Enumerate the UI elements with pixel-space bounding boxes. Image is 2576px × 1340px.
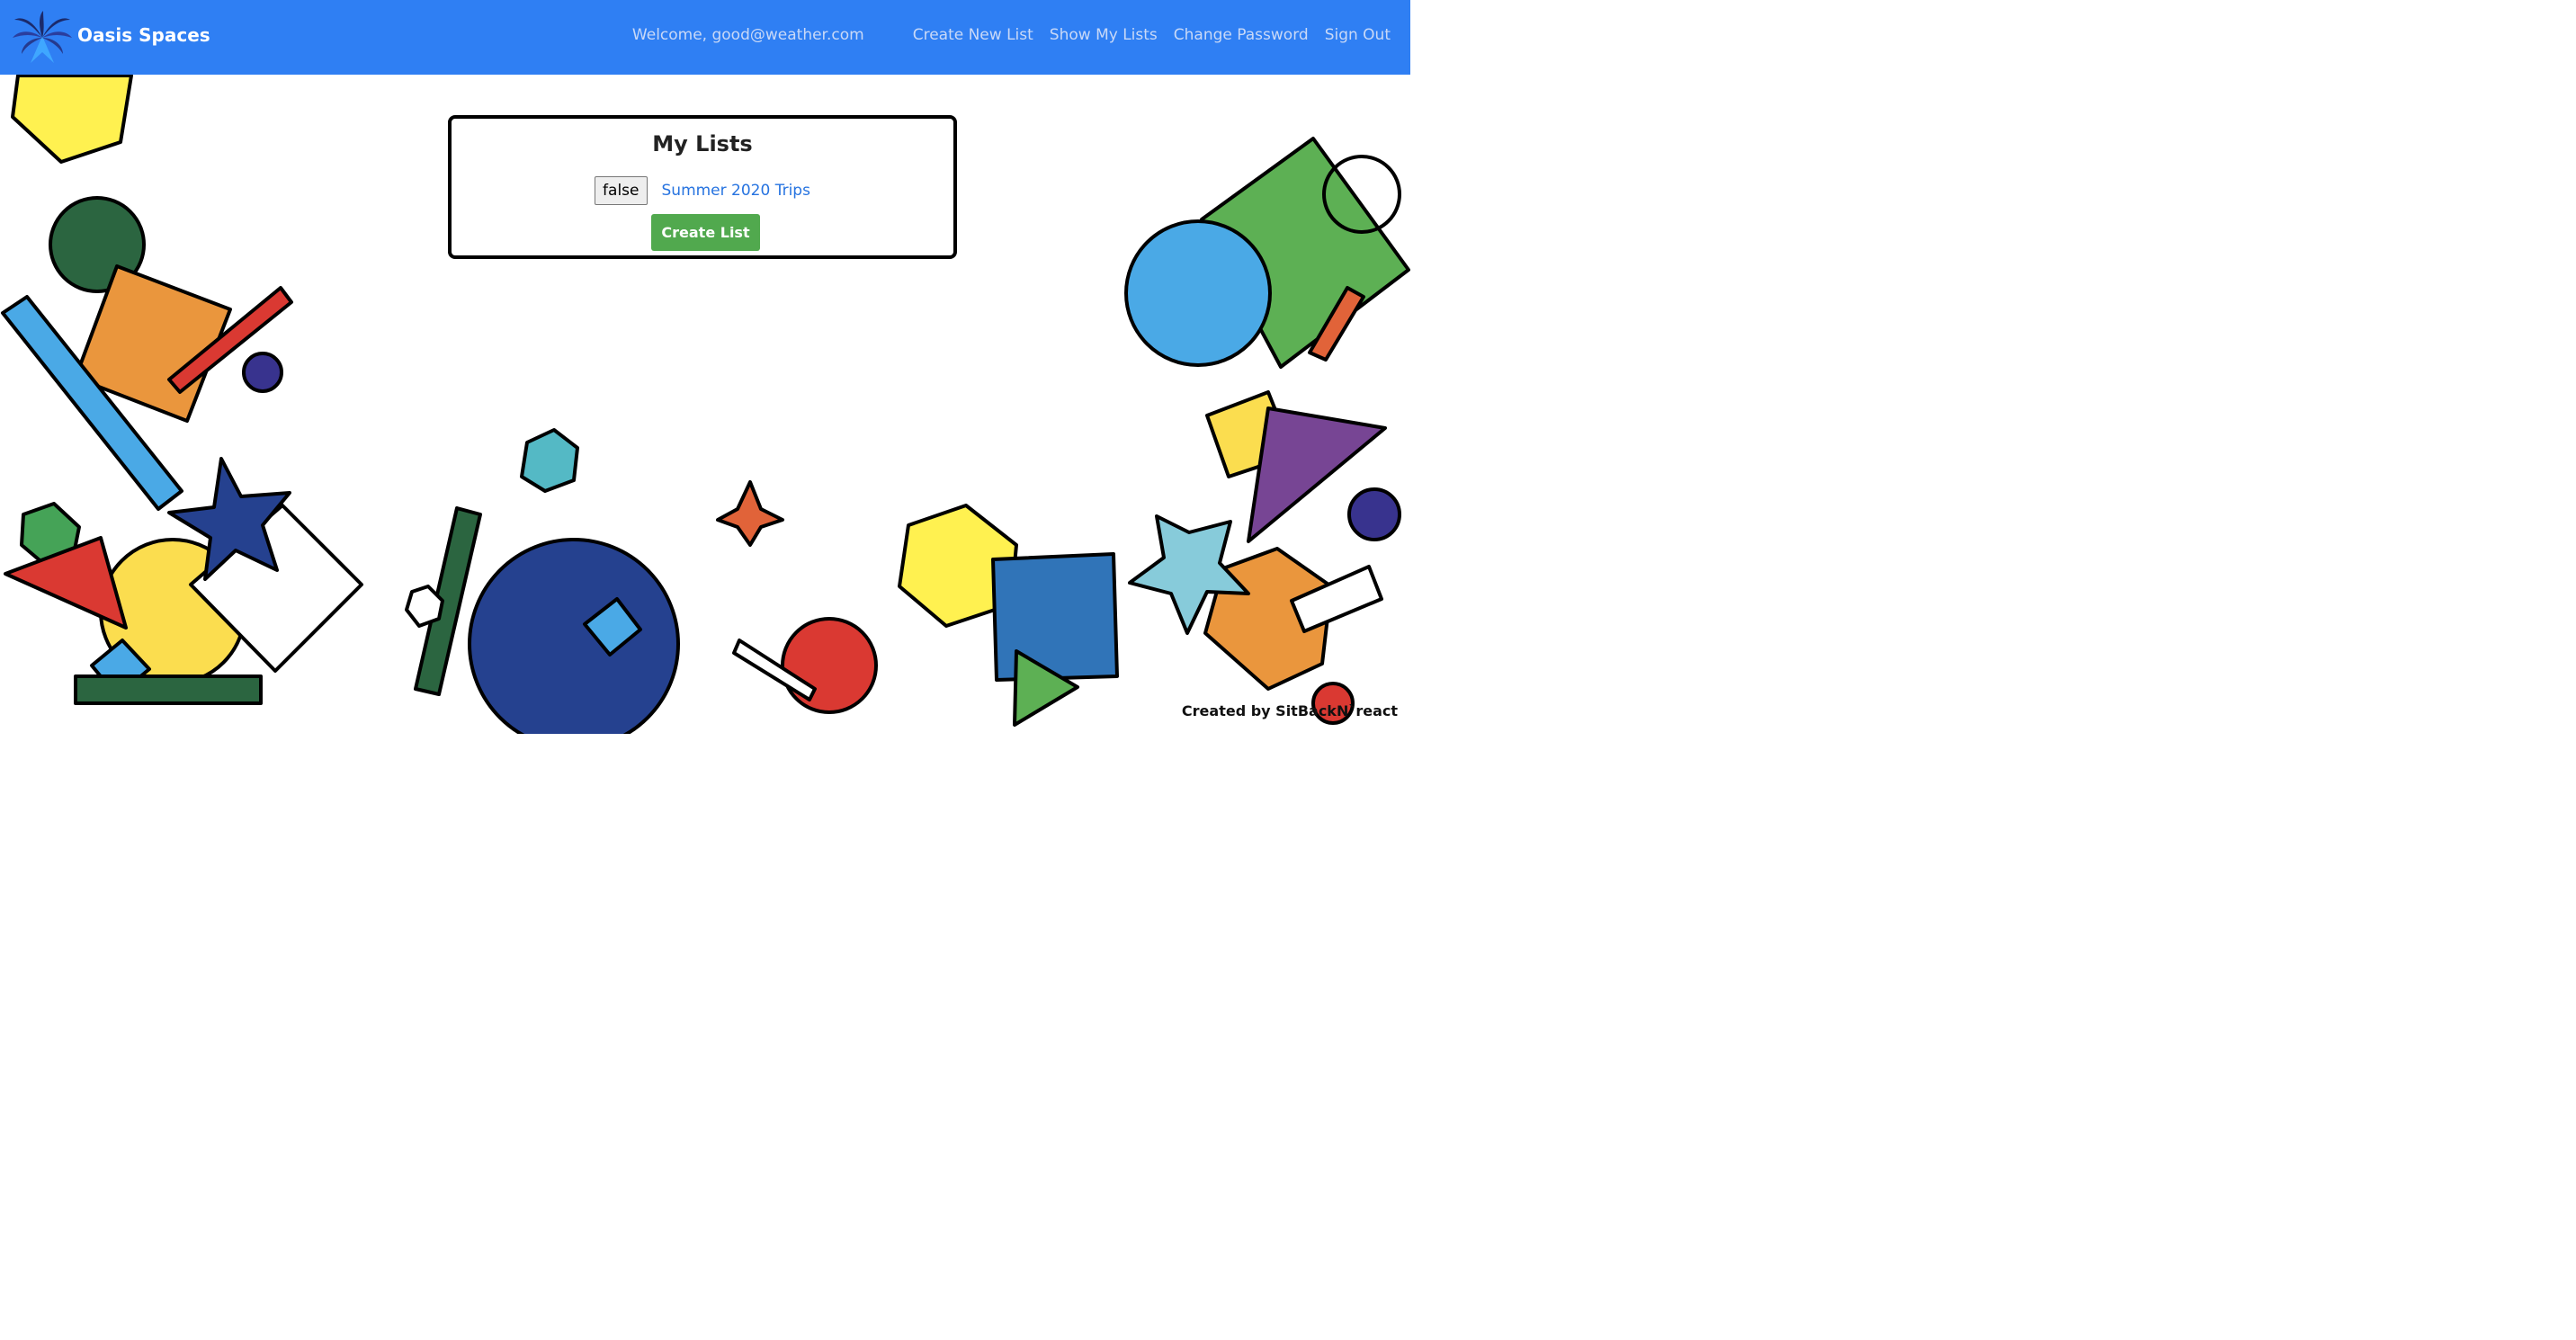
nav-create-new-list[interactable]: Create New List bbox=[913, 26, 1033, 44]
brand[interactable]: Oasis Spaces bbox=[13, 11, 210, 63]
list-item: false Summer 2020 Trips bbox=[452, 176, 953, 205]
yellow-hexagon bbox=[11, 74, 133, 164]
list-toggle-button[interactable]: false bbox=[595, 176, 648, 205]
navy-circle-right bbox=[1347, 487, 1401, 541]
palm-tree-icon bbox=[13, 11, 72, 63]
blue-square bbox=[991, 552, 1119, 682]
nav-change-password[interactable]: Change Password bbox=[1174, 26, 1309, 44]
welcome-text: Welcome, good@weather.com bbox=[631, 26, 864, 44]
nav-links: Welcome, good@weather.com Create New Lis… bbox=[632, 26, 1391, 44]
dark-green-rect bbox=[74, 674, 263, 705]
orange-star bbox=[716, 480, 784, 547]
navy-small-circle bbox=[242, 352, 283, 393]
list-link-summer-2020-trips[interactable]: Summer 2020 Trips bbox=[662, 182, 810, 200]
light-blue-circle bbox=[1124, 219, 1272, 367]
brand-name: Oasis Spaces bbox=[77, 24, 210, 46]
red-triangle bbox=[4, 536, 128, 630]
teal-hexagon bbox=[520, 428, 579, 493]
red-circle bbox=[781, 617, 878, 714]
nav-show-my-lists[interactable]: Show My Lists bbox=[1050, 26, 1158, 44]
nav-sign-out[interactable]: Sign Out bbox=[1325, 26, 1391, 44]
background-shapes bbox=[1, 74, 1410, 734]
card-title: My Lists bbox=[652, 131, 753, 156]
top-navbar: Oasis Spaces Welcome, good@weather.com C… bbox=[0, 0, 1410, 75]
my-lists-card: My Lists false Summer 2020 Trips Create … bbox=[448, 115, 957, 259]
footer-credit: Created by SitBackN`react bbox=[1181, 702, 1398, 719]
create-list-button[interactable]: Create List bbox=[651, 214, 760, 251]
big-navy-circle bbox=[468, 538, 680, 734]
